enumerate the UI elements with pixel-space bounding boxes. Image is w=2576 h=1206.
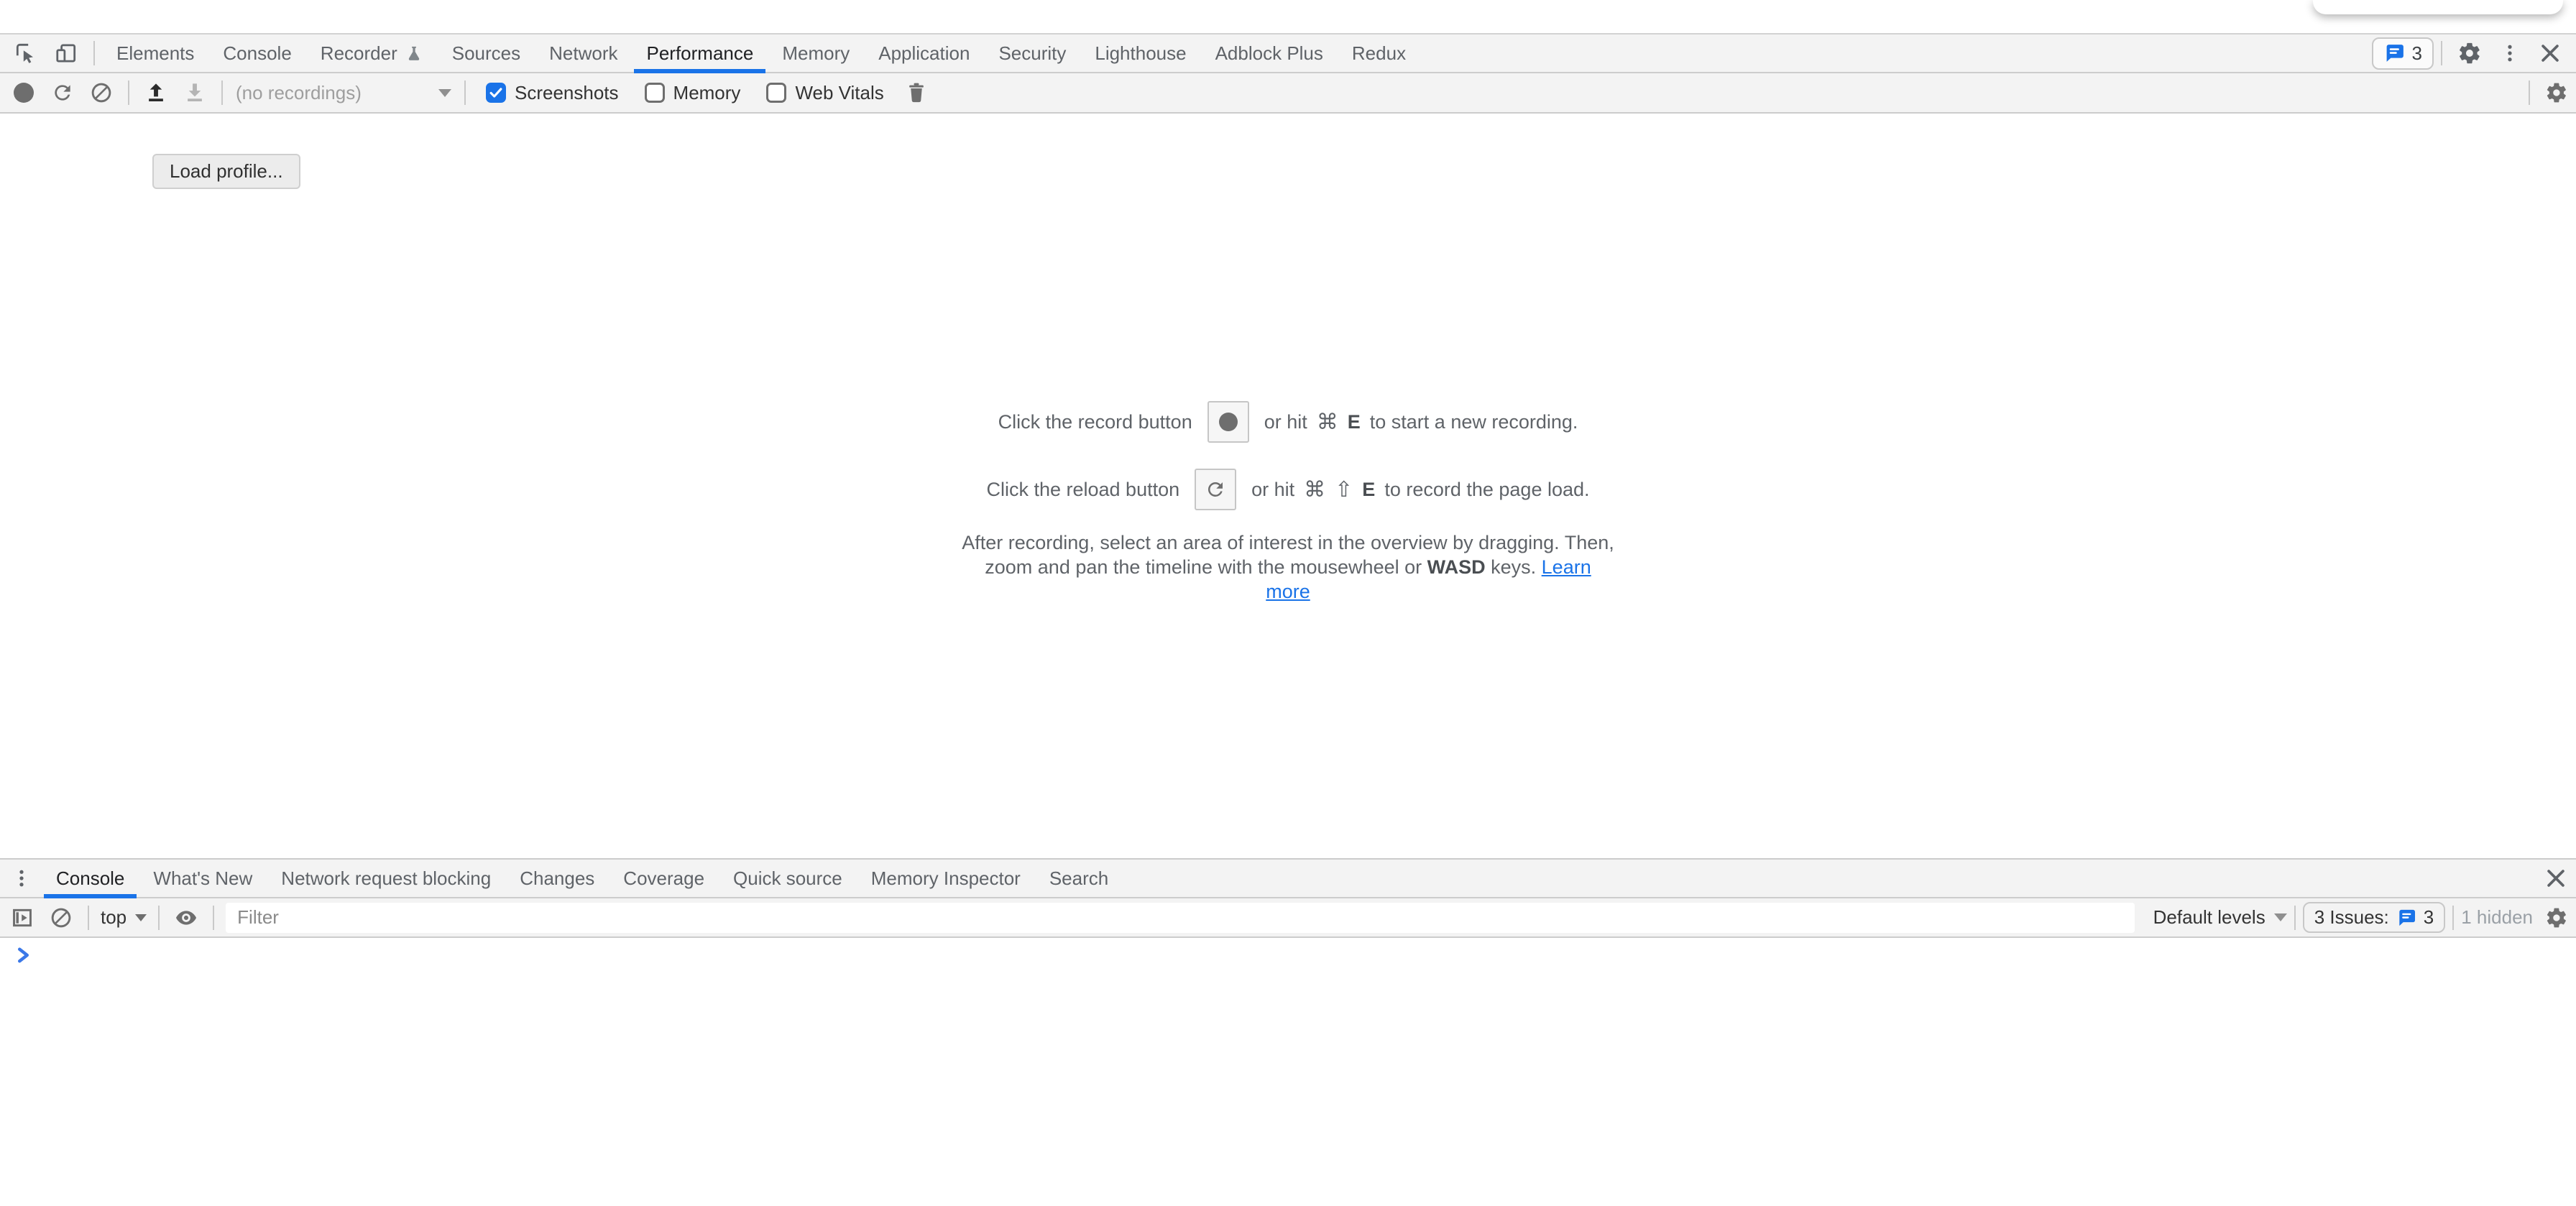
console-settings-gear-icon[interactable] [2537,906,2576,929]
toolbar-separator [2529,80,2530,105]
tab-redux[interactable]: Redux [1340,34,1418,72]
command-key-symbol: ⌘ [1304,477,1325,502]
screenshots-checkbox[interactable]: Screenshots [486,73,619,112]
load-profile-tooltip: Load profile... [152,154,300,189]
reload-and-record-button[interactable] [43,73,82,112]
reload-button-inline[interactable] [1195,469,1236,510]
tab-adblock-plus[interactable]: Adblock Plus [1203,34,1335,72]
capture-settings-gear-icon[interactable] [2537,73,2576,112]
page-top-strip [0,0,2576,33]
browser-popup-corner [2313,0,2563,14]
toolbar-separator [158,906,160,930]
issues-bubble-icon [2383,42,2405,64]
device-toolbar-icon[interactable] [46,34,86,72]
javascript-context-select[interactable]: top [101,906,147,929]
chevron-down-icon [2274,913,2287,921]
console-issues-button[interactable]: 3 Issues: 3 [2303,902,2446,933]
drawer-tab-whats-new[interactable]: What's New [141,860,264,897]
checkbox-unchecked-icon [645,83,665,103]
save-profile-button[interactable] [175,73,214,112]
console-issues-count: 3 [2424,906,2434,929]
log-levels-select[interactable]: Default levels [2153,906,2287,929]
load-profile-button[interactable] [137,73,175,112]
tab-network[interactable]: Network [537,34,630,72]
checkbox-unchecked-icon [766,83,786,103]
chevron-down-icon [438,89,451,97]
shift-key-symbol: ⇧ [1335,477,1353,502]
performance-panel-content: Click the record button or hit ⌘ E to st… [0,114,2576,858]
drawer-tab-bar: Console What's New Network request block… [0,858,2576,898]
drawer-tab-changes[interactable]: Changes [507,860,607,897]
toolbar-separator [2441,41,2442,65]
usage-hint-paragraph: After recording, select an area of inter… [961,530,1615,604]
record-instruction-line: Click the record button or hit ⌘ E to st… [961,401,1615,443]
tab-memory[interactable]: Memory [770,34,862,72]
tab-application[interactable]: Application [866,34,982,72]
trash-icon[interactable] [897,73,936,112]
tab-recorder[interactable]: Recorder [308,34,436,72]
shortcut-key: E [1362,479,1375,501]
record-button-inline[interactable] [1208,401,1249,443]
tab-performance[interactable]: Performance [634,34,765,72]
clear-recordings-icon[interactable] [82,73,121,112]
main-tab-bar: Elements Console Recorder Sources Networ… [0,33,2576,73]
devtools-window: Elements Console Recorder Sources Networ… [0,33,2576,1206]
toolbar-separator [128,80,129,105]
console-toolbar: top Default levels 3 Issues: 3 1 hidden [0,898,2576,938]
issues-count: 3 [2412,42,2422,65]
console-prompt-chevron-icon [16,947,33,964]
record-button[interactable] [4,73,43,112]
drawer-tab-coverage[interactable]: Coverage [611,860,717,897]
issues-bubble-icon [2396,908,2416,928]
chevron-down-icon [135,914,147,921]
performance-toolbar: (no recordings) Screenshots Memory Web V… [0,73,2576,114]
reload-instruction-line: Click the reload button or hit ⌘ ⇧ E to … [961,469,1615,510]
eye-icon[interactable] [167,906,206,929]
tab-security[interactable]: Security [986,34,1078,72]
console-filter-input[interactable] [226,903,2134,933]
toolbar-separator [464,80,466,105]
empty-state-instructions: Click the record button or hit ⌘ E to st… [961,401,1615,604]
inspect-element-icon[interactable] [6,34,46,72]
console-message-area[interactable] [0,938,2576,1206]
command-key-symbol: ⌘ [1317,410,1338,435]
hidden-messages-count: 1 hidden [2461,906,2533,929]
recordings-select[interactable]: (no recordings) [236,73,451,112]
more-options-kebab-icon[interactable] [2490,42,2530,64]
experiment-beaker-icon [405,44,423,63]
drawer-tab-search[interactable]: Search [1037,860,1121,897]
toolbar-separator [93,41,95,65]
drawer-tab-network-request-blocking[interactable]: Network request blocking [269,860,503,897]
issues-counter-button[interactable]: 3 [2372,37,2434,70]
record-icon [14,83,34,103]
toolbar-spacer [936,73,2521,112]
tab-sources[interactable]: Sources [440,34,533,72]
drawer-tab-console[interactable]: Console [44,860,137,897]
tab-elements[interactable]: Elements [104,34,206,72]
web-vitals-checkbox[interactable]: Web Vitals [766,73,883,112]
shortcut-key: E [1348,411,1361,433]
drawer-tab-quick-source[interactable]: Quick source [721,860,855,897]
close-drawer-icon[interactable] [2536,860,2576,897]
clear-console-icon[interactable] [42,906,80,929]
tab-lighthouse[interactable]: Lighthouse [1082,34,1198,72]
console-sidebar-toggle-icon[interactable] [3,906,42,929]
toolbar-separator [2294,906,2296,930]
close-devtools-icon[interactable] [2530,41,2570,65]
toolbar-separator [88,906,89,930]
toolbar-separator [221,80,223,105]
toolbar-separator [213,906,214,930]
toolbar-separator [2452,906,2454,930]
tab-bar-right-controls: 3 [2372,34,2576,72]
settings-gear-icon[interactable] [2450,41,2490,65]
drawer-tab-memory-inspector[interactable]: Memory Inspector [859,860,1033,897]
memory-checkbox[interactable]: Memory [645,73,741,112]
record-icon [1219,413,1238,431]
checkbox-checked-icon [486,83,506,103]
drawer-more-tabs-kebab-icon[interactable] [1,860,42,897]
tab-console[interactable]: Console [211,34,303,72]
